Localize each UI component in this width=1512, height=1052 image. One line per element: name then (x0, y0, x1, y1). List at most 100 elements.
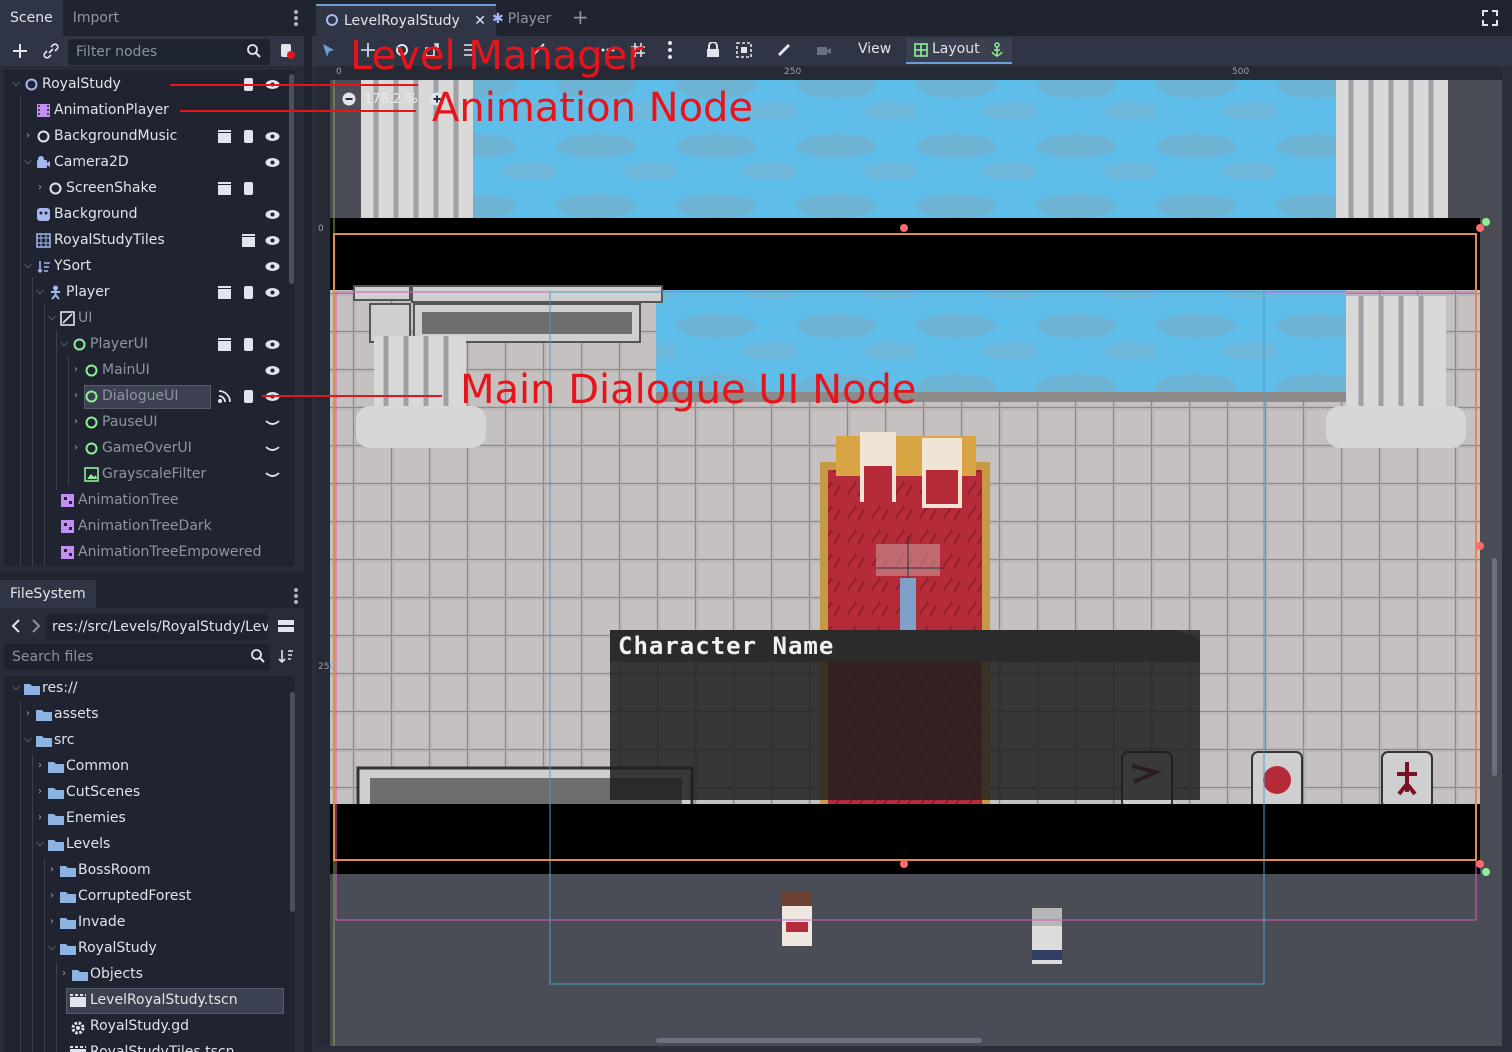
add-tab-button[interactable]: + (562, 4, 599, 36)
canvas-viewport[interactable]: 0 250 500 0 250 178.2 % (316, 66, 1502, 1046)
fs-item-enemies[interactable]: › Enemies (4, 806, 294, 832)
instance-scene-icon[interactable] (217, 285, 232, 300)
zoom-out-icon[interactable] (342, 92, 356, 106)
fs-item-root[interactable]: ⌵ res:// (4, 676, 294, 702)
instance-scene-icon[interactable] (217, 129, 232, 144)
texture-rect-icon (84, 467, 99, 482)
fs-item-corruptedforest[interactable]: › CorruptedForest (4, 884, 294, 910)
group-icon[interactable] (736, 42, 752, 58)
tree-node-animationtreedark[interactable]: AnimationTreeDark (4, 514, 294, 540)
folder-icon (48, 786, 64, 799)
fs-item-invade[interactable]: › Invade (4, 910, 294, 936)
lock-icon[interactable] (706, 42, 720, 58)
tree-node-animationtreeempowered[interactable]: AnimationTreeEmpowered (4, 540, 294, 566)
add-node-icon[interactable] (10, 41, 30, 61)
fs-item-levels[interactable]: ⌵ Levels (4, 832, 294, 858)
folder-icon (72, 968, 88, 981)
instance-scene-icon[interactable] (241, 233, 256, 248)
tree-node-background[interactable]: Background (4, 202, 294, 228)
fs-item-levelroyalstudy-tscn[interactable]: LevelRoyalStudy.tscn (4, 988, 294, 1014)
hidden-eye-icon[interactable] (265, 415, 280, 430)
tree-node-royalstudytiles[interactable]: RoyalStudyTiles (4, 228, 294, 254)
path-input[interactable]: res://src/Levels/RoyalStudy/Lev (46, 614, 268, 640)
tree-node-label: ScreenShake (66, 180, 157, 196)
dock-menu-icon[interactable] (294, 588, 298, 604)
tree-node-mainui[interactable]: › MainUI (4, 358, 294, 384)
horizontal-scrollbar[interactable] (656, 1038, 982, 1043)
fs-item-bossroom[interactable]: › BossRoom (4, 858, 294, 884)
tree-node-animationtree[interactable]: AnimationTree (4, 488, 294, 514)
scene-tree-scrollbar[interactable] (289, 74, 294, 284)
visibility-eye-icon[interactable] (265, 337, 280, 352)
tab-scene[interactable]: Scene (0, 0, 63, 36)
fs-item-label: CorruptedForest (78, 888, 192, 904)
fs-item-royalstudytiles-tscn[interactable]: RoyalStudyTiles.tscn (4, 1040, 294, 1052)
fullscreen-icon[interactable] (1482, 10, 1498, 26)
instance-scene-icon[interactable] (217, 181, 232, 196)
tree-node-grayscalefilter[interactable]: GrayscaleFilter (4, 462, 294, 488)
tree-node-gameoverui[interactable]: › GameOverUI (4, 436, 294, 462)
script-icon[interactable] (241, 181, 256, 196)
filesystem-scrollbar[interactable] (290, 692, 295, 912)
signal-icon[interactable] (217, 389, 232, 404)
folder-icon (24, 682, 40, 695)
camera-override-icon[interactable] (816, 42, 832, 58)
visibility-eye-icon[interactable] (265, 155, 280, 170)
fs-item-label: CutScenes (66, 784, 141, 800)
bone-icon[interactable] (776, 42, 792, 58)
tab-player[interactable]: ✱ Player (482, 4, 561, 36)
visibility-eye-icon[interactable] (265, 207, 280, 222)
visibility-eye-icon[interactable] (265, 129, 280, 144)
fs-item-common[interactable]: › Common (4, 754, 294, 780)
filter-nodes-input[interactable]: Filter nodes (68, 39, 270, 65)
visibility-eye-icon[interactable] (265, 233, 280, 248)
select-tool-icon[interactable] (322, 43, 336, 59)
link-icon[interactable] (42, 42, 60, 60)
visibility-eye-icon[interactable] (265, 259, 280, 274)
fs-item-royalstudy-gd[interactable]: RoyalStudy.gd (4, 1014, 294, 1040)
tree-node-ysort[interactable]: ⌵ YSort (4, 254, 294, 280)
tree-node-pauseui[interactable]: › PauseUI (4, 410, 294, 436)
tab-import[interactable]: Import (63, 0, 129, 36)
tree-node-player[interactable]: ⌵ Player (4, 280, 294, 306)
fs-item-cutscenes[interactable]: › CutScenes (4, 780, 294, 806)
snap-options-icon[interactable] (668, 41, 672, 59)
script-icon[interactable] (241, 389, 256, 404)
script-icon[interactable] (241, 285, 256, 300)
tree-node-label: UI (78, 310, 93, 326)
tree-node-playerui[interactable]: ⌵ PlayerUI (4, 332, 294, 358)
fs-item-assets[interactable]: › assets (4, 702, 294, 728)
tree-node-label: YSort (54, 258, 92, 274)
tab-filesystem[interactable]: FileSystem (0, 580, 96, 608)
tree-node-screenshake[interactable]: › ScreenShake (4, 176, 294, 202)
script-attach-icon[interactable] (278, 42, 296, 60)
sort-icon[interactable] (278, 648, 294, 664)
visibility-eye-icon[interactable] (265, 363, 280, 378)
visibility-eye-icon[interactable] (265, 285, 280, 300)
script-icon[interactable] (241, 129, 256, 144)
back-arrow-icon[interactable] (10, 618, 22, 634)
forward-arrow-icon[interactable] (30, 618, 42, 634)
tree-node-dialogueui[interactable]: › DialogueUI (4, 384, 294, 410)
view-menu[interactable]: View (858, 41, 891, 57)
instance-scene-icon[interactable] (217, 337, 232, 352)
dock-menu-icon[interactable] (294, 10, 298, 26)
tree-node-ui[interactable]: ⌵ UI (4, 306, 294, 332)
search-files-input[interactable]: Search files (4, 644, 270, 670)
fs-item-objects[interactable]: › Objects (4, 962, 294, 988)
script-icon[interactable] (241, 337, 256, 352)
zoom-level[interactable]: 178.2 % (364, 92, 418, 107)
ruler-label: 500 (1232, 67, 1250, 77)
tree-node-backgroundmusic[interactable]: › BackgroundMusic (4, 124, 294, 150)
tab-levelroyalstudy[interactable]: LevelRoyalStudy ✕ (316, 4, 496, 36)
tree-node-camera2d[interactable]: ⌵ Camera2D (4, 150, 294, 176)
fs-item-royalstudy[interactable]: ⌵ RoyalStudy (4, 936, 294, 962)
layout-menu-button[interactable]: Layout (906, 38, 1012, 64)
camera-icon (36, 155, 51, 170)
tree-node-label: AnimationTreeEmpowered (78, 544, 262, 560)
toggle-split-icon[interactable] (278, 618, 294, 634)
vertical-scrollbar[interactable] (1492, 558, 1497, 776)
fs-item-src[interactable]: ⌵ src (4, 728, 294, 754)
hidden-eye-icon[interactable] (265, 467, 280, 482)
hidden-eye-icon[interactable] (265, 441, 280, 456)
